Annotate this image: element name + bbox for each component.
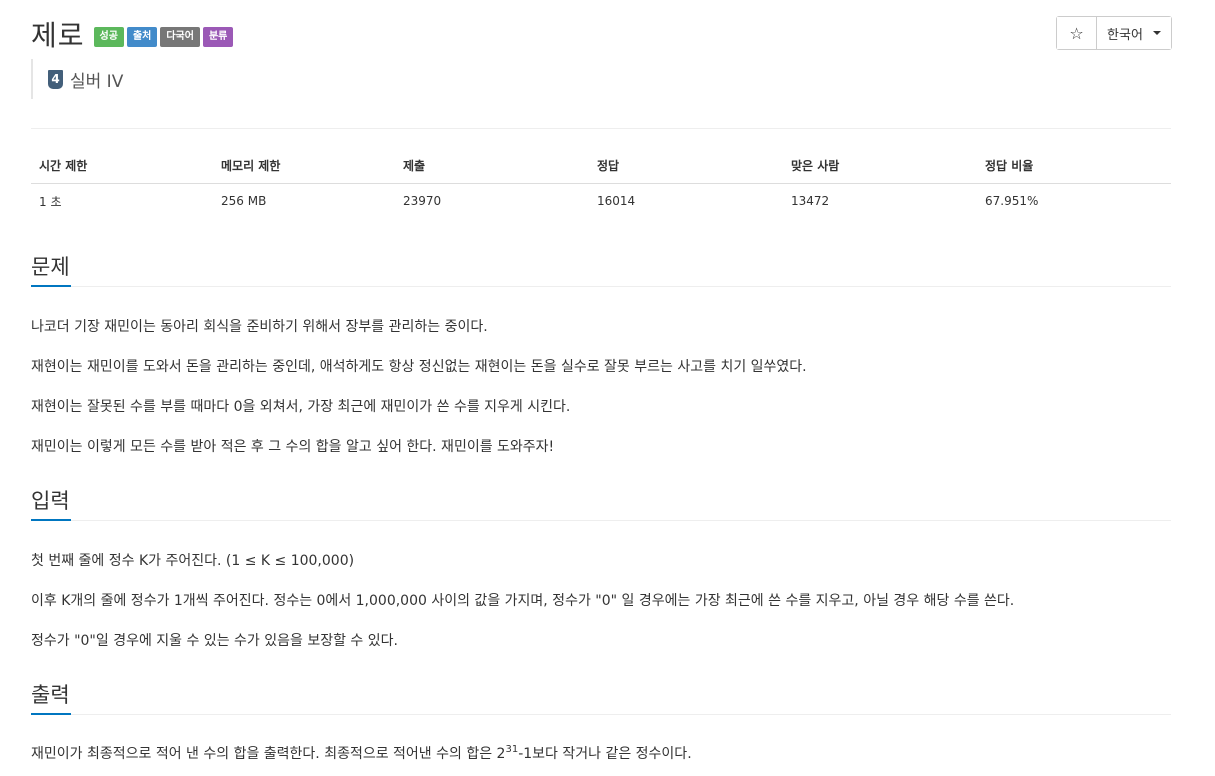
tier-box: 4 실버 IV	[31, 59, 123, 99]
output-section: 출력 재민이가 최종적으로 적어 낸 수의 합을 출력한다. 최종적으로 적어낸…	[31, 677, 1171, 776]
description-paragraph: 재현이는 재민이를 도와서 돈을 관리하는 중인데, 애석하게도 항상 정신없는…	[31, 359, 807, 375]
value-accept-rate: 67.951%	[985, 194, 1039, 209]
table-row: 1 초 256 MB 23970 16014 13472 67.951%	[31, 183, 1171, 219]
problem-badges: 성공 출처 다국어 분류	[93, 27, 237, 47]
header-time-limit: 시간 제한	[31, 148, 213, 184]
source-badge[interactable]: 출처	[126, 27, 158, 47]
tier-label[interactable]: 실버 IV	[70, 67, 123, 92]
top-controls: ☆ 한국어	[1056, 16, 1172, 50]
section-underline	[31, 519, 71, 521]
description-body: 나코더 기장 재민이는 동아리 회식을 준비하기 위해서 장부를 관리하는 중이…	[31, 287, 1171, 457]
caret-down-icon	[1152, 31, 1161, 35]
input-section: 입력 첫 번째 줄에 정수 K가 주어진다. (1 ≤ K ≤ 100,000)…	[31, 483, 1171, 671]
input-body: 첫 번째 줄에 정수 K가 주어진다. (1 ≤ K ≤ 100,000) 이후…	[31, 521, 1171, 651]
header-accepted: 정답	[589, 148, 783, 184]
description-header: 문제	[31, 249, 1171, 287]
input-paragraph: 정수가 "0"일 경우에 지울 수 있는 수가 있음을 보장할 수 있다.	[31, 633, 398, 649]
output-text-after: -1보다 작거나 같은 정수이다.	[518, 746, 692, 762]
output-paragraph: 재민이가 최종적으로 적어 낸 수의 합을 출력한다. 최종적으로 적어낸 수의…	[31, 744, 1171, 764]
star-icon: ☆	[1069, 23, 1084, 43]
multilang-badge[interactable]: 다국어	[160, 27, 200, 47]
input-title: 입력	[31, 489, 70, 513]
description-section: 문제 나코더 기장 재민이는 동아리 회식을 준비하기 위해서 장부를 관리하는…	[31, 249, 1171, 477]
value-memory-limit: 256 MB	[221, 194, 267, 209]
header-accept-rate: 정답 비율	[977, 148, 1171, 184]
output-body: 재민이가 최종적으로 적어 낸 수의 합을 출력한다. 최종적으로 적어낸 수의…	[31, 715, 1171, 764]
problem-title: 제로	[31, 19, 85, 52]
output-title: 출력	[31, 683, 70, 707]
table-header-row: 시간 제한 메모리 제한 제출 정답 맞은 사람 정답 비율	[31, 148, 1171, 184]
header-solvers: 맞은 사람	[783, 148, 977, 184]
tier-icon: 4	[48, 69, 63, 89]
description-paragraph: 나코더 기장 재민이는 동아리 회식을 준비하기 위해서 장부를 관리하는 중이…	[31, 319, 488, 335]
page-title: 제로 성공 출처 다국어 분류	[31, 14, 236, 54]
section-underline	[31, 713, 71, 715]
description-paragraph: 재현이는 잘못된 수를 부를 때마다 0을 외쳐서, 가장 최근에 재민이가 쓴…	[31, 399, 571, 415]
value-solvers: 13472	[791, 194, 830, 209]
divider	[31, 128, 1171, 129]
description-paragraph: 재민이는 이렇게 모든 수를 받아 적은 후 그 수의 합을 알고 싶어 한다.…	[31, 439, 555, 455]
description-title: 문제	[31, 255, 70, 279]
header-memory-limit: 메모리 제한	[213, 148, 395, 184]
problem-info-table: 시간 제한 메모리 제한 제출 정답 맞은 사람 정답 비율 1 초 256 M…	[31, 148, 1171, 219]
section-underline	[31, 285, 71, 287]
output-text-before: 재민이가 최종적으로 적어 낸 수의 합을 출력한다. 최종적으로 적어낸 수의…	[31, 746, 506, 762]
language-dropdown[interactable]: 한국어	[1097, 17, 1171, 49]
value-submissions: 23970	[403, 194, 442, 209]
input-paragraph: 첫 번째 줄에 정수 K가 주어진다. (1 ≤ K ≤ 100,000)	[31, 553, 355, 569]
output-header: 출력	[31, 677, 1171, 715]
value-time-limit: 1 초	[39, 194, 62, 209]
language-label: 한국어	[1107, 27, 1143, 43]
header-submissions: 제출	[395, 148, 589, 184]
tags-badge[interactable]: 분류	[202, 27, 234, 47]
input-paragraph: 이후 K개의 줄에 정수가 1개씩 주어진다. 정수는 0에서 1,000,00…	[31, 593, 1015, 609]
favorite-button[interactable]: ☆	[1057, 17, 1097, 49]
output-exponent: 31	[505, 744, 519, 755]
success-badge[interactable]: 성공	[93, 27, 124, 47]
input-header: 입력	[31, 483, 1171, 521]
value-accepted: 16014	[597, 194, 636, 209]
